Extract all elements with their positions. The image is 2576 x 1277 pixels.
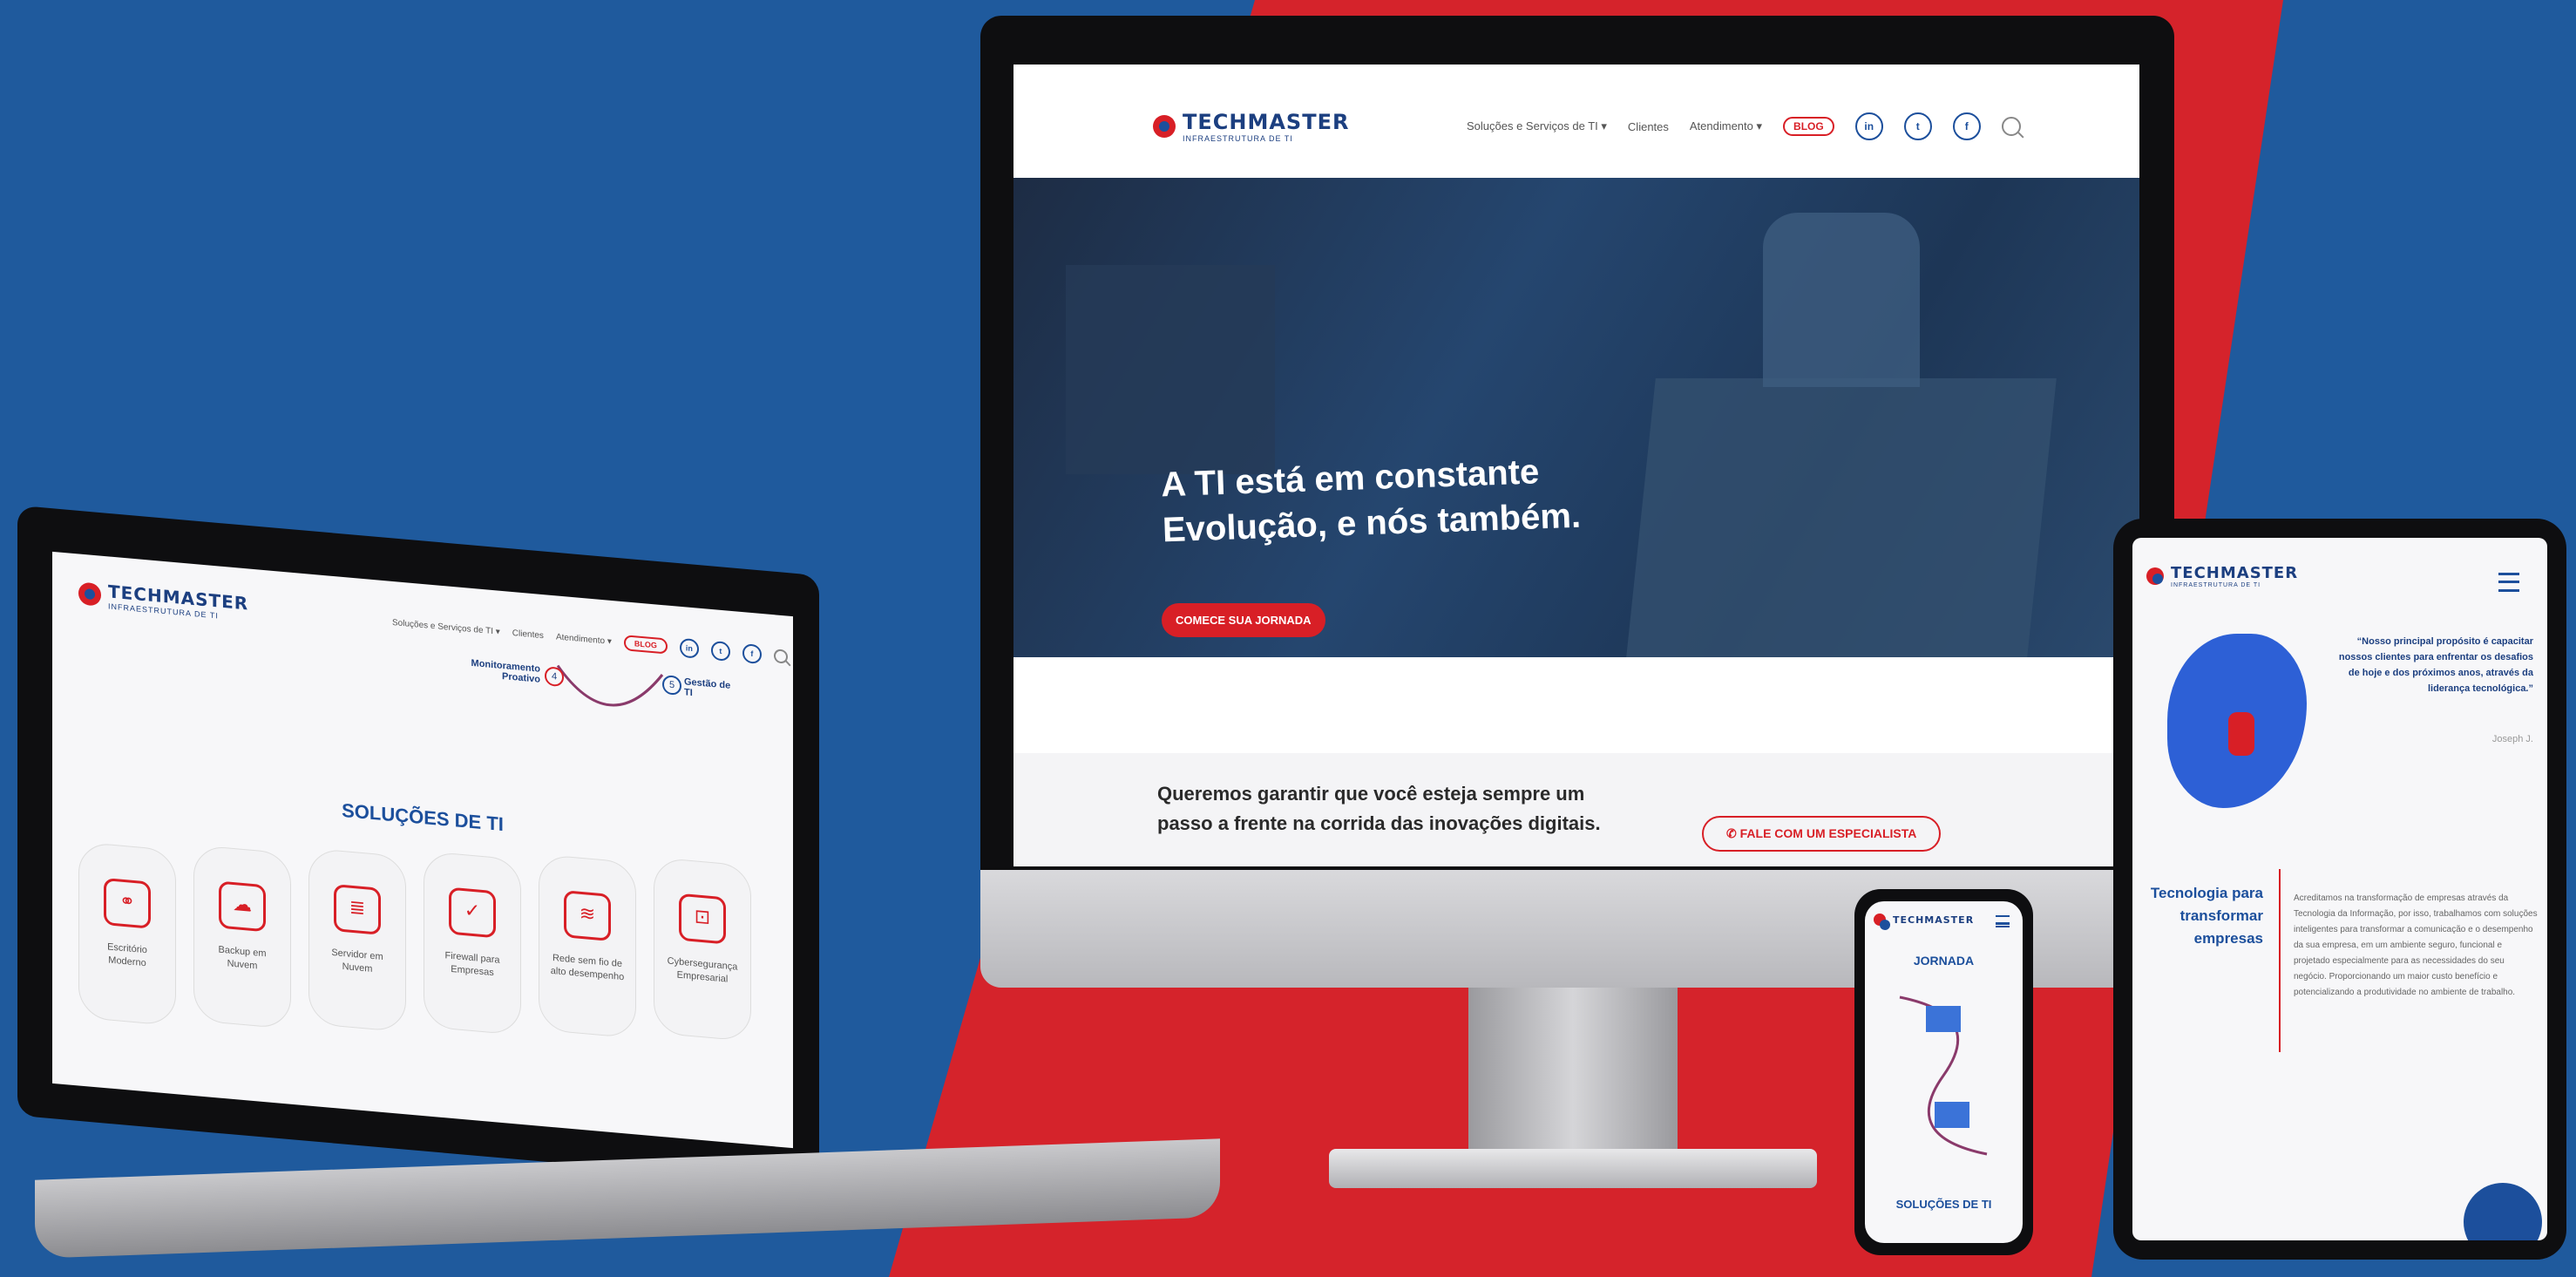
linkedin-icon[interactable]: in: [679, 637, 699, 659]
laptop-nav: Soluções e Serviços de TI ▾ Clientes Ate…: [392, 613, 788, 667]
phone-title: JORNADA: [1913, 954, 1975, 968]
tablet-quote-author: Joseph J.: [2491, 734, 2533, 744]
main-nav: Soluções e Serviços de TI ▾ Clientes Ate…: [1467, 112, 2021, 140]
nav-clients[interactable]: Clientes: [1628, 120, 1669, 133]
brand-tagline: INFRAESTRUTURA DE TI: [2171, 582, 2261, 588]
brand-logo-icon: [78, 581, 101, 607]
specialist-button-label: FALE COM UM ESPECIALISTA: [1739, 826, 1917, 840]
server-icon: ≣: [334, 884, 381, 935]
brand-name: TECHMASTER: [2171, 564, 2299, 582]
hero-photo-shape: [1066, 265, 1275, 474]
intro-text: Queremos garantir que você esteja sempre…: [1157, 779, 1601, 839]
solution-label: Escritório Moderno: [107, 941, 147, 969]
cloud-icon: ☁: [219, 880, 266, 933]
nav-support[interactable]: Atendimento ▾: [1690, 119, 1762, 133]
solution-label: Cybersegurança Empresarial: [667, 955, 738, 985]
hero-title: A TI está em constante Evolução, e nós t…: [1160, 448, 1581, 554]
hero-photo-shape: [1626, 378, 2057, 657]
search-icon[interactable]: [773, 649, 788, 664]
solution-label: Firewall para Empresas: [444, 950, 500, 979]
tablet-quote: “Nosso principal propósito é capacitar n…: [2338, 636, 2533, 694]
nav-support[interactable]: Atendimento ▾: [556, 632, 612, 647]
nav-solutions[interactable]: Soluções e Serviços de TI ▾: [392, 617, 500, 636]
solution-label: Rede sem fio de alto desempenho: [550, 953, 625, 983]
brand-logo-icon: [1153, 115, 1176, 138]
journey-path: [1899, 995, 1988, 1156]
menu-hamburger-icon[interactable]: [1996, 915, 2010, 927]
lock-icon: ⊡: [679, 893, 726, 945]
facebook-icon[interactable]: f: [742, 643, 762, 665]
smartphone: TECHMASTER JORNADA SOLUÇÕES DE TI: [1854, 889, 2033, 1255]
phone-icon: ✆: [1726, 826, 1740, 840]
laptop: TECHMASTER INFRAESTRUTURA DE TI Soluções…: [17, 505, 1220, 1259]
brand-name: TECHMASTER: [1183, 110, 1350, 134]
phone-section-title: SOLUÇÕES DE TI: [1895, 1198, 1992, 1211]
phone-screen: TECHMASTER JORNADA SOLUÇÕES DE TI: [1865, 901, 2023, 1243]
search-icon[interactable]: [2001, 117, 2021, 136]
linkedin-icon[interactable]: in: [1854, 112, 1883, 140]
wifi-icon: ≋: [564, 890, 611, 941]
tablet: TECHMASTER INFRAESTRUTURA DE TI “Nosso p…: [2113, 519, 2566, 1260]
solution-label: Backup em Nuvem: [218, 944, 267, 972]
laptop-brand-logo[interactable]: TECHMASTER INFRAESTRUTURA DE TI: [78, 578, 248, 622]
specialist-button[interactable]: ✆ FALE COM UM ESPECIALISTA: [1702, 816, 1942, 852]
brand-logo-icon: [2146, 567, 2164, 585]
journey-arc: [556, 664, 664, 707]
solution-card-backup[interactable]: ☁ Backup em Nuvem: [193, 844, 291, 1029]
twitter-icon[interactable]: t: [1903, 112, 1932, 140]
nav-solutions[interactable]: Soluções e Serviços de TI ▾: [1467, 119, 1607, 133]
solution-card-firewall[interactable]: ✓ Firewall para Empresas: [424, 851, 521, 1036]
phone-brand-logo[interactable]: TECHMASTER: [1874, 914, 1975, 930]
tablet-divider: [2279, 869, 2281, 1052]
journey-step-4: Monitoramento Proativo: [471, 658, 540, 685]
tablet-body: Acreditamos na transformação de empresas…: [2294, 893, 2538, 997]
facebook-icon[interactable]: f: [1952, 112, 1981, 140]
nav-blog-button[interactable]: BLOG: [1783, 117, 1834, 136]
nav-clients[interactable]: Clientes: [512, 628, 544, 640]
network-icon: ⚭: [104, 877, 151, 929]
nav-blog-button[interactable]: BLOG: [623, 635, 668, 655]
intro-text-line2: passo a frente na corrida das inovações …: [1157, 812, 1601, 834]
brand-name: TECHMASTER: [1893, 914, 1975, 926]
tablet-screen: TECHMASTER INFRAESTRUTURA DE TI “Nosso p…: [2132, 538, 2547, 1240]
intro-text-line1: Queremos garantir que você esteja sempre…: [1157, 783, 1585, 805]
solution-card-server[interactable]: ≣ Servidor em Nuvem: [308, 847, 406, 1033]
laptop-screen: TECHMASTER INFRAESTRUTURA DE TI Soluções…: [52, 551, 793, 1149]
solution-label: Servidor em Nuvem: [331, 947, 383, 975]
solution-card-wifi[interactable]: ≋ Rede sem fio de alto desempenho: [539, 853, 636, 1039]
journey-step-5-label: Gestão de TI: [684, 676, 731, 699]
hero-photo-shape: [1763, 213, 1920, 387]
brand-logo[interactable]: TECHMASTER INFRAESTRUTURA DE TI: [1153, 110, 1349, 143]
brand-tagline: INFRAESTRUTURA DE TI: [1183, 134, 1293, 143]
menu-hamburger-icon[interactable]: [2498, 573, 2519, 592]
brand-logo-icon: [1874, 914, 1890, 930]
illustration-person: [2228, 712, 2254, 756]
tablet-brand-logo[interactable]: TECHMASTER INFRAESTRUTURA DE TI: [2146, 564, 2298, 588]
tablet-floating-button[interactable]: [2464, 1183, 2542, 1240]
journey-step-4-label: Monitoramento Proativo: [471, 657, 540, 685]
twitter-icon[interactable]: t: [710, 640, 730, 662]
solution-card-office[interactable]: ⚭ Escritório Moderno: [78, 841, 176, 1027]
tablet-heading: Tecnologia para transformar empresas: [2150, 885, 2263, 947]
solution-card-security[interactable]: ⊡ Cybersegurança Empresarial: [654, 857, 751, 1042]
shield-icon: ✓: [449, 886, 496, 939]
solutions-section-title: SOLUÇÕES DE TI: [342, 798, 504, 836]
